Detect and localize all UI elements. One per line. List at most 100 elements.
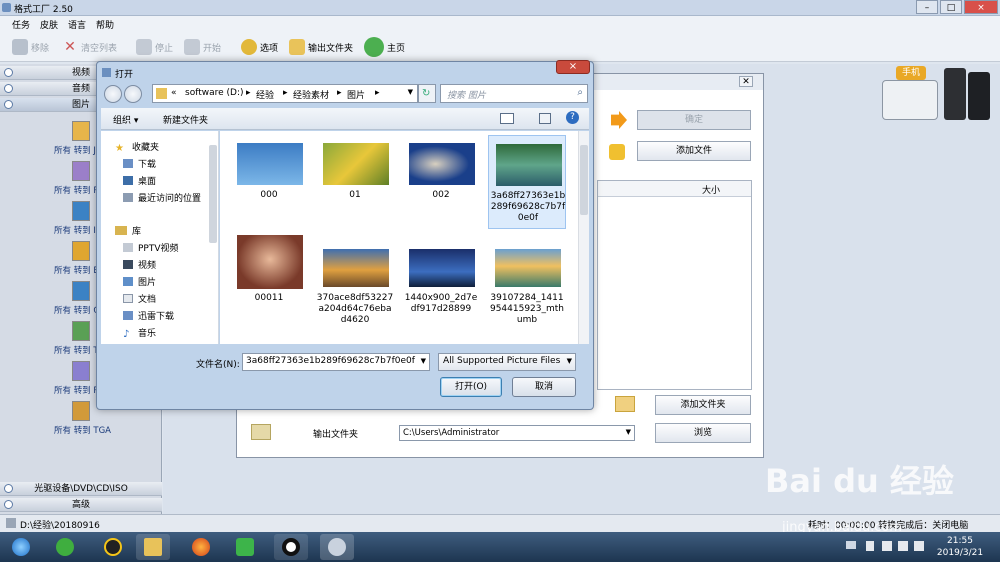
maximize-button[interactable]: □ xyxy=(940,0,962,14)
nav-documents[interactable]: 文档 xyxy=(123,292,156,306)
options-button[interactable]: 选项 xyxy=(241,38,278,56)
video-category-icon xyxy=(4,68,13,77)
nav-videos[interactable]: 视频 xyxy=(123,258,156,272)
file-grid: 000 01 002 3a68ff27363e1b289f69628c7b7f0… xyxy=(220,131,589,344)
stop-button[interactable]: 停止 xyxy=(136,38,173,56)
file-item[interactable]: 002 xyxy=(402,135,480,229)
minimize-button[interactable]: – xyxy=(916,0,938,14)
category-advanced[interactable]: 高级 xyxy=(0,498,162,512)
browser-360-icon xyxy=(56,538,74,556)
menu-help[interactable]: 帮助 xyxy=(96,18,114,31)
breadcrumb-material[interactable]: 经验素材 xyxy=(293,88,329,101)
nav-music[interactable]: ♪ 音乐 xyxy=(123,326,156,340)
close-button[interactable]: × xyxy=(964,0,998,14)
file-item[interactable]: 370ace8df53227a204d64c76ebad4620 xyxy=(316,231,394,325)
tif-file-icon xyxy=(72,321,90,341)
menu-task[interactable]: 任务 xyxy=(12,18,30,31)
view-mode-icon[interactable] xyxy=(500,113,514,124)
nav-recent[interactable]: 最近访问的位置 xyxy=(123,191,201,205)
menu-skin[interactable]: 皮肤 xyxy=(40,18,58,31)
address-bar[interactable]: « software (D:) ▸ 经验 ▸ 经验素材 ▸ 图片 ▸ ▼ xyxy=(152,84,418,103)
breadcrumb-drive[interactable]: software (D:) xyxy=(185,88,244,98)
gear-icon xyxy=(241,39,257,55)
nav-pictures[interactable]: 图片 xyxy=(123,275,156,289)
file-item-selected[interactable]: 3a68ff27363e1b289f69628c7b7f0e0f xyxy=(488,135,566,229)
breadcrumb-jingyan[interactable]: 经验 xyxy=(256,88,274,101)
file-grid-scrollbar[interactable] xyxy=(578,131,589,344)
desktop-icon xyxy=(123,176,133,185)
command-bar: 组织 ▾ 新建文件夹 ? xyxy=(101,108,589,130)
tray-network-icon[interactable] xyxy=(882,541,892,551)
nav-thunder-downloads[interactable]: 迅雷下载 xyxy=(123,309,174,323)
output-folder-button[interactable]: 输出文件夹 xyxy=(289,38,353,56)
clear-list-button[interactable]: ✕ 清空列表 xyxy=(62,38,117,56)
file-thumbnail xyxy=(409,143,475,185)
add-folder-button[interactable]: 添加文件夹 xyxy=(655,395,751,415)
category-optical-drive[interactable]: 光驱设备\DVD\CD\ISO xyxy=(0,482,162,496)
browse-button[interactable]: 浏览 xyxy=(655,423,751,443)
file-item[interactable]: 01 xyxy=(316,135,394,229)
refresh-button[interactable]: ↻ xyxy=(418,84,436,103)
menu-language[interactable]: 语言 xyxy=(68,18,86,31)
taskbar-app-360[interactable] xyxy=(48,534,82,560)
breadcrumb-sep-icon: ▸ xyxy=(375,88,380,98)
taskbar-clock[interactable]: 21:55 2019/3/21 xyxy=(930,535,990,559)
stop-icon xyxy=(136,39,152,55)
taskbar-app-explorer[interactable] xyxy=(136,534,170,560)
start-button[interactable]: 开始 xyxy=(184,38,221,56)
file-item[interactable]: 000 xyxy=(230,135,308,229)
tray-keyboard-icon[interactable] xyxy=(846,541,856,549)
output-folder-select[interactable]: C:\Users\Administrator ▼ xyxy=(399,425,635,441)
back-button[interactable] xyxy=(104,85,122,103)
tray-icon[interactable] xyxy=(866,541,874,551)
filetype-dropdown-icon: ▼ xyxy=(566,357,572,365)
toolbar: 移除 ✕ 清空列表 停止 开始 选项 输出文件夹 主页 xyxy=(0,32,1000,62)
conversion-dialog-close[interactable]: ✕ xyxy=(739,76,753,87)
file-item[interactable]: 1440x900_2d7edf917d28899 xyxy=(402,231,480,325)
remove-button[interactable]: 移除 xyxy=(12,38,49,56)
dialog-icon xyxy=(102,68,111,77)
organize-button[interactable]: 组织 ▾ xyxy=(113,113,138,126)
filename-label: 文件名(N): xyxy=(196,360,240,370)
clock-date: 2019/3/21 xyxy=(936,548,984,558)
taskbar-app-qq[interactable] xyxy=(96,534,130,560)
tray-flag-icon[interactable] xyxy=(898,541,908,551)
tray-volume-icon[interactable] xyxy=(914,541,924,551)
size-column-header[interactable]: 大小 xyxy=(702,183,720,196)
open-button[interactable]: 打开(O) xyxy=(440,377,502,397)
new-folder-button[interactable]: 新建文件夹 xyxy=(163,113,208,126)
dialog-close-button[interactable]: × xyxy=(556,60,590,74)
preview-pane-icon[interactable] xyxy=(539,113,551,124)
filename-input[interactable]: 3a68ff27363e1b289f69628c7b7f0e0f ▼ xyxy=(242,353,430,371)
start-menu-button[interactable] xyxy=(4,534,40,560)
nav-pptv[interactable]: PPTV视频 xyxy=(123,241,179,255)
search-placeholder: 搜索 图片 xyxy=(447,91,486,101)
record-icon xyxy=(282,538,300,556)
breadcrumb-overflow[interactable]: « xyxy=(171,88,177,98)
taskbar-app-firefox[interactable] xyxy=(184,534,218,560)
nav-favorites[interactable]: ★ 收藏夹 xyxy=(115,140,159,154)
taskbar-app-format-factory[interactable] xyxy=(320,534,354,560)
home-button[interactable]: 主页 xyxy=(364,37,405,57)
taskbar-app-player[interactable] xyxy=(228,534,262,560)
forward-button[interactable] xyxy=(124,85,142,103)
nav-libraries[interactable]: 库 xyxy=(115,224,141,238)
file-item[interactable]: 39107284_1411954415923_mthumb xyxy=(488,231,566,325)
search-box[interactable]: 搜索 图片 ⌕ xyxy=(440,84,588,103)
cancel-button[interactable]: 取消 xyxy=(512,377,576,397)
help-icon[interactable]: ? xyxy=(566,111,579,124)
nav-downloads[interactable]: 下载 xyxy=(123,157,156,171)
taskbar-app-recorder[interactable] xyxy=(274,534,308,560)
file-list[interactable]: 大小 xyxy=(597,180,752,390)
ok-button[interactable]: 确定 xyxy=(637,110,751,130)
address-dropdown-icon[interactable]: ▼ xyxy=(408,88,413,96)
format-factory-icon xyxy=(328,538,346,556)
breadcrumb-pictures[interactable]: 图片 xyxy=(347,88,365,101)
nav-desktop[interactable]: 桌面 xyxy=(123,174,156,188)
add-file-button[interactable]: 添加文件 xyxy=(637,141,751,161)
filename-dropdown-icon[interactable]: ▼ xyxy=(421,357,426,365)
scroll-thumb[interactable] xyxy=(580,145,588,215)
nav-scrollbar[interactable] xyxy=(209,145,217,243)
file-item[interactable]: 00011 xyxy=(230,231,308,325)
filetype-select[interactable]: All Supported Picture Files ▼ xyxy=(438,353,576,371)
